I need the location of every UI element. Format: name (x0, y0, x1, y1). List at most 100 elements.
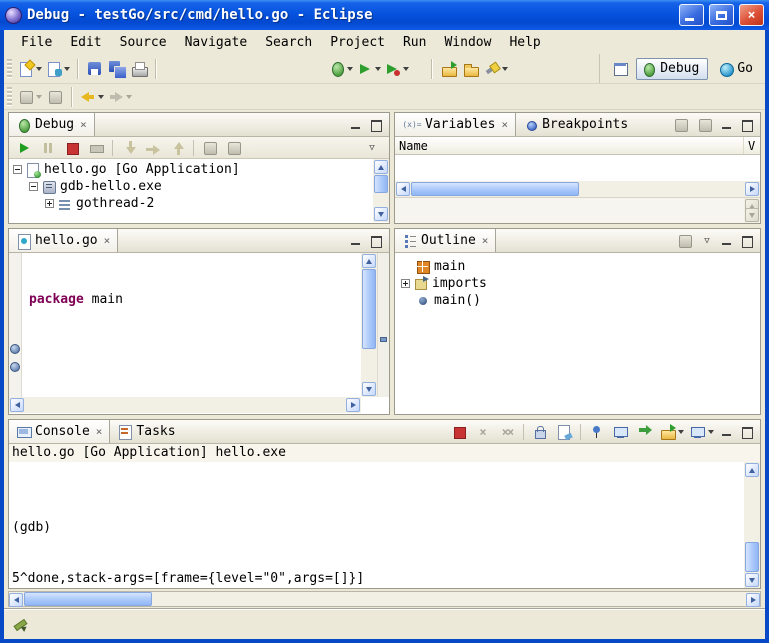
perspective-go-button[interactable]: Go (712, 59, 759, 79)
scrollbar-thumb[interactable] (374, 175, 388, 193)
collapse-toggle-icon[interactable] (13, 165, 22, 174)
save-button[interactable] (84, 57, 106, 81)
tab-variables[interactable]: (x)= Variables × (395, 113, 516, 136)
instruction-pointer-icon[interactable] (10, 362, 20, 372)
console-hscrollbar[interactable] (8, 591, 761, 607)
detail-scrollbar[interactable] (744, 198, 760, 223)
scroll-right-button[interactable] (746, 593, 760, 607)
scroll-left-button[interactable] (9, 593, 23, 607)
save-all-button[interactable] (106, 57, 128, 81)
debug-launch-button[interactable] (327, 57, 355, 81)
step-return-button[interactable] (166, 136, 188, 160)
collapse-all-button[interactable] (694, 113, 716, 137)
scroll-right-button[interactable] (346, 398, 360, 412)
print-button[interactable] (128, 57, 150, 81)
scroll-down-button[interactable] (362, 382, 376, 396)
open-console-button[interactable] (658, 420, 686, 444)
menu-window[interactable]: Window (435, 32, 500, 53)
forward-button[interactable] (106, 85, 134, 109)
menu-edit[interactable]: Edit (61, 32, 110, 53)
editor-vscrollbar[interactable] (361, 253, 377, 397)
view-menu-button[interactable]: ▽ (698, 233, 716, 249)
column-name[interactable]: Name (395, 137, 744, 154)
search-button[interactable] (482, 57, 510, 81)
expand-toggle-icon[interactable] (45, 199, 54, 208)
new-go-file-button[interactable] (44, 57, 72, 81)
last-edit-location-button[interactable] (16, 85, 44, 109)
maximize-view-button[interactable] (367, 233, 385, 249)
tab-console[interactable]: Console × (9, 420, 110, 443)
remove-all-launches-button[interactable]: ×× (496, 420, 518, 444)
close-tab-icon[interactable]: × (80, 119, 87, 130)
minimize-view-button[interactable] (347, 233, 365, 249)
close-tab-icon[interactable]: × (501, 119, 508, 130)
code-area[interactable]: package main import "fmt" func main() { … (23, 253, 361, 397)
external-tools-button[interactable] (383, 57, 411, 81)
resume-button[interactable] (13, 136, 35, 160)
menu-search[interactable]: Search (256, 32, 321, 53)
link-with-editor-button[interactable] (44, 85, 66, 109)
console-history-button[interactable] (688, 420, 716, 444)
console-output[interactable]: (gdb) 5^done,stack-args=[frame={level="0… (9, 462, 744, 588)
overview-ruler[interactable] (377, 253, 389, 397)
annotation-ruler[interactable] (9, 253, 22, 397)
variables-detail-pane[interactable] (395, 197, 760, 223)
minimize-view-button[interactable] (347, 117, 365, 133)
scroll-left-button[interactable] (10, 398, 24, 412)
show-console-when-output-button[interactable] (634, 420, 656, 444)
sort-button[interactable] (674, 229, 696, 253)
debug-tree-item-launch[interactable]: hello.go [Go Application] (9, 161, 389, 178)
console-vscrollbar[interactable] (744, 462, 760, 588)
display-selected-console-button[interactable] (610, 420, 632, 444)
debug-tree-item-process[interactable]: gdb-hello.exe (9, 178, 389, 195)
menu-source[interactable]: Source (111, 32, 176, 53)
window-close-button[interactable]: × (739, 4, 764, 26)
run-launch-button[interactable] (355, 57, 383, 81)
suspend-button[interactable] (37, 136, 59, 160)
menu-navigate[interactable]: Navigate (176, 32, 257, 53)
drop-to-frame-button[interactable] (199, 136, 221, 160)
breakpoint-icon[interactable] (10, 344, 20, 354)
maximize-view-button[interactable] (738, 233, 756, 249)
open-perspective-button[interactable] (610, 57, 632, 81)
minimize-view-button[interactable] (718, 117, 736, 133)
maximize-view-button[interactable] (367, 117, 385, 133)
maximize-view-button[interactable] (738, 424, 756, 440)
step-into-button[interactable] (118, 136, 140, 160)
tab-hello-go[interactable]: hello.go × (9, 229, 118, 252)
tab-outline[interactable]: Outline × (395, 229, 496, 252)
menu-run[interactable]: Run (394, 32, 435, 53)
variables-tree-empty[interactable] (395, 155, 760, 181)
scrollbar-thumb[interactable] (745, 542, 759, 572)
new-wizard-button[interactable] (16, 57, 44, 81)
scroll-up-button[interactable] (374, 160, 388, 174)
step-over-button[interactable] (142, 136, 164, 160)
window-minimize-button[interactable] (679, 4, 704, 26)
perspective-debug-button[interactable]: Debug (636, 58, 708, 80)
open-resource-button[interactable] (438, 57, 460, 81)
view-menu-button[interactable]: ▽ (363, 140, 381, 156)
scroll-down-button[interactable] (745, 573, 759, 587)
show-logical-structure-button[interactable] (670, 113, 692, 137)
overview-annotation-icon[interactable] (380, 337, 387, 342)
pin-console-button[interactable] (586, 420, 608, 444)
clear-console-button[interactable] (553, 420, 575, 444)
outline-item-package[interactable]: main (395, 258, 760, 275)
tab-tasks[interactable]: Tasks (110, 420, 182, 443)
back-button[interactable] (78, 85, 106, 109)
scroll-down-button[interactable] (374, 207, 388, 221)
remove-launch-button[interactable]: × (472, 420, 494, 444)
variables-hscrollbar[interactable] (395, 181, 760, 197)
close-tab-icon[interactable]: × (104, 235, 111, 246)
collapse-toggle-icon[interactable] (29, 182, 38, 191)
scroll-down-button[interactable] (745, 208, 759, 222)
disconnect-button[interactable] (85, 136, 107, 160)
toolbar-grip[interactable] (7, 59, 12, 79)
scroll-left-button[interactable] (396, 182, 410, 196)
fast-view-icon[interactable] (12, 617, 28, 633)
terminate-process-button[interactable] (448, 420, 470, 444)
terminate-button[interactable] (61, 136, 83, 160)
close-tab-icon[interactable]: × (96, 426, 103, 437)
column-value[interactable]: V (744, 137, 760, 154)
scrollbar-thumb[interactable] (24, 592, 152, 606)
